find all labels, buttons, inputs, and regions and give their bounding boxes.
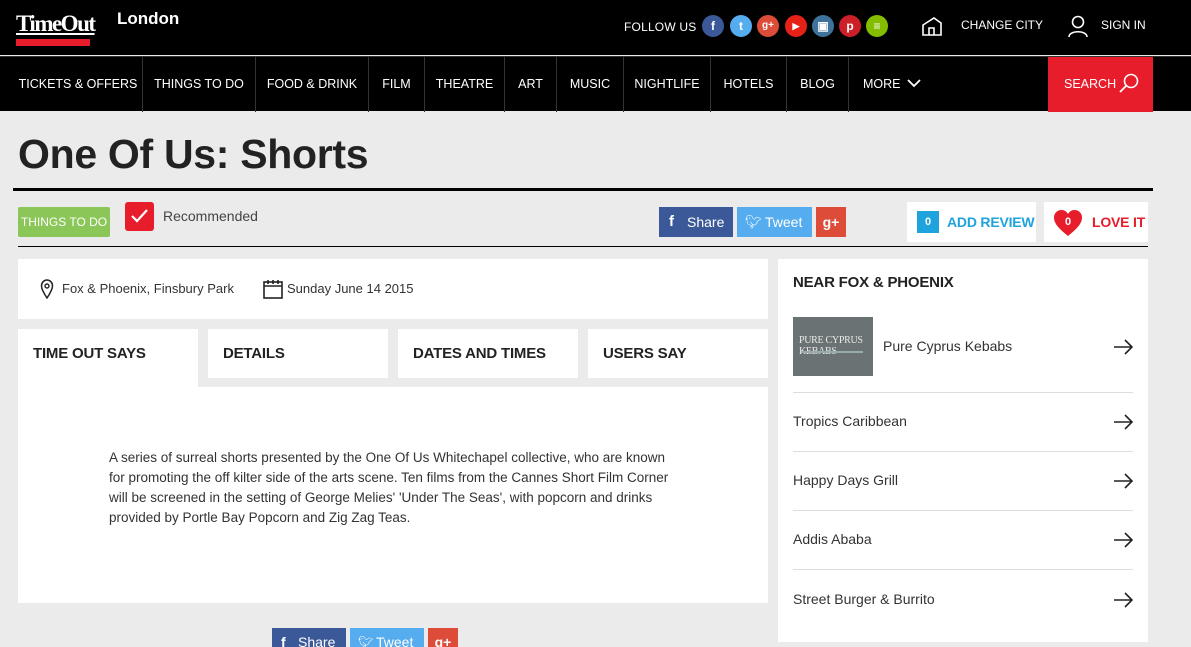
calendar-icon — [263, 280, 283, 299]
nav-blog[interactable]: BLOG — [787, 57, 849, 112]
arrow-right-icon — [1114, 473, 1133, 489]
main-nav: TICKETS & OFFERS THINGS TO DO FOOD & DRI… — [0, 56, 1191, 112]
recommended-check-icon — [125, 202, 154, 231]
nearby-item-label: Street Burger & Burrito — [793, 591, 935, 607]
nav-art[interactable]: ART — [505, 57, 557, 112]
google-plus-share-button[interactable]: g+ — [816, 207, 846, 237]
love-count: 0 — [1065, 216, 1071, 228]
arrow-right-icon — [1114, 592, 1133, 608]
nearby-item-label: Tropics Caribbean — [793, 413, 907, 429]
bottom-twitter-tweet-button[interactable]: 🐦︎ Tweet — [350, 628, 424, 647]
tab-dates-and-times[interactable]: DATES AND TIMES — [398, 329, 578, 378]
pinterest-icon[interactable]: p — [839, 15, 861, 37]
arrow-right-icon — [1114, 414, 1133, 430]
add-review-button[interactable]: 0 ADD REVIEW — [907, 202, 1036, 242]
tab-users-say[interactable]: USERS SAY — [588, 329, 768, 378]
tweet-label: Tweet — [765, 214, 803, 230]
nav-tickets-offers[interactable]: TICKETS & OFFERS — [14, 57, 143, 112]
nearby-item[interactable]: Street Burger & Burrito — [793, 570, 1133, 629]
review-count-badge: 0 — [917, 211, 939, 233]
bottom-facebook-share-button[interactable]: f Share — [272, 628, 346, 647]
map-pin-icon — [40, 279, 54, 299]
event-date: Sunday June 14 2015 — [287, 281, 414, 296]
nearby-sidebar: NEAR FOX & PHOENIX PURE CYPRUS KEBABS Pu… — [778, 259, 1148, 642]
change-city-link[interactable]: CHANGE CITY — [961, 18, 1043, 32]
nav-more-label: MORE — [863, 77, 901, 91]
sign-in-link[interactable]: SIGN IN — [1101, 18, 1146, 32]
event-info-card: Fox & Phoenix, Finsbury Park Sunday June… — [18, 259, 768, 319]
facebook-share-button[interactable]: f Share — [659, 207, 733, 237]
love-it-label: LOVE IT — [1092, 214, 1146, 230]
nearby-item[interactable]: Addis Ababa — [793, 511, 1133, 570]
twitter-bird-icon: 🐦︎ — [745, 214, 762, 229]
nav-nightlife[interactable]: NIGHTLIFE — [624, 57, 711, 112]
nearby-item-label: Addis Ababa — [793, 531, 872, 547]
search-icon — [1119, 73, 1139, 93]
venue-link[interactable]: Fox & Phoenix, Finsbury Park — [62, 281, 234, 296]
facebook-icon[interactable]: f — [702, 15, 724, 37]
arrow-right-icon — [1114, 532, 1133, 548]
nearby-item[interactable]: Tropics Caribbean — [793, 393, 1133, 452]
nearby-item-label: Happy Days Grill — [793, 472, 899, 488]
follow-us-label: FOLLOW US — [624, 20, 697, 34]
twitter-icon[interactable]: t — [730, 15, 752, 37]
arrow-right-icon — [1114, 339, 1133, 355]
page-title: One Of Us: Shorts — [18, 131, 369, 177]
tweet-label: Tweet — [376, 634, 414, 647]
twitter-bird-icon: 🐦︎ — [358, 635, 374, 647]
top-header: TimeOut London FOLLOW US f t g+ ▶ ▣ p ≡ … — [0, 0, 1191, 55]
city-name[interactable]: London — [117, 9, 179, 29]
tab-details[interactable]: DETAILS — [208, 329, 388, 378]
nav-music[interactable]: MUSIC — [557, 57, 624, 112]
event-description: A series of surreal shorts presented by … — [109, 450, 669, 525]
nearby-item-label: Pure Cyprus Kebabs — [883, 338, 1013, 354]
house-icon[interactable] — [921, 15, 943, 37]
nav-film[interactable]: FILM — [369, 57, 425, 112]
google-plus-icon[interactable]: g+ — [757, 15, 779, 37]
twitter-tweet-button[interactable]: 🐦︎ Tweet — [737, 207, 812, 237]
venue-thumbnail: PURE CYPRUS KEBABS — [793, 317, 873, 376]
share-label: Share — [298, 634, 336, 647]
recommended-label: Recommended — [163, 208, 258, 224]
tab-content-panel: A series of surreal shorts presented by … — [18, 387, 768, 603]
facebook-icon: f — [669, 213, 674, 230]
logo-wordmark: TimeOut — [16, 11, 96, 36]
nearby-item[interactable]: PURE CYPRUS KEBABS Pure Cyprus Kebabs — [793, 317, 1133, 393]
search-button[interactable]: SEARCH — [1048, 57, 1153, 112]
timeout-logo[interactable]: TimeOut — [16, 8, 96, 46]
nav-food-drink[interactable]: FOOD & DRINK — [256, 57, 369, 112]
add-review-label: ADD REVIEW — [947, 214, 1035, 230]
category-tag[interactable]: THINGS TO DO — [18, 207, 110, 237]
spotify-icon[interactable]: ≡ — [866, 15, 888, 37]
sidebar-title: NEAR FOX & PHOENIX — [793, 274, 954, 291]
facebook-icon: f — [281, 634, 286, 647]
nearby-item[interactable]: Happy Days Grill — [793, 452, 1133, 511]
instagram-icon[interactable]: ▣ — [812, 15, 834, 37]
heart-icon: 0 — [1054, 210, 1082, 236]
love-it-button[interactable]: 0 LOVE IT — [1044, 202, 1148, 242]
user-icon[interactable] — [1067, 14, 1089, 38]
subheader-divider — [18, 246, 1148, 247]
nav-hotels[interactable]: HOTELS — [711, 57, 787, 112]
share-label: Share — [687, 214, 725, 230]
chevron-down-icon — [907, 79, 921, 88]
youtube-icon[interactable]: ▶ — [785, 15, 807, 37]
tab-time-out-says[interactable]: TIME OUT SAYS — [18, 329, 198, 387]
thumbnail-sign-text: PURE CYPRUS KEBABS — [799, 335, 863, 357]
title-divider — [13, 188, 1153, 191]
logo-underline-bar — [16, 39, 90, 46]
bottom-google-plus-share-button[interactable]: g+ — [428, 628, 458, 647]
search-label: SEARCH — [1064, 77, 1117, 91]
nav-more[interactable]: MORE — [849, 57, 934, 112]
nav-things-to-do[interactable]: THINGS TO DO — [143, 57, 256, 112]
nav-theatre[interactable]: THEATRE — [425, 57, 505, 112]
